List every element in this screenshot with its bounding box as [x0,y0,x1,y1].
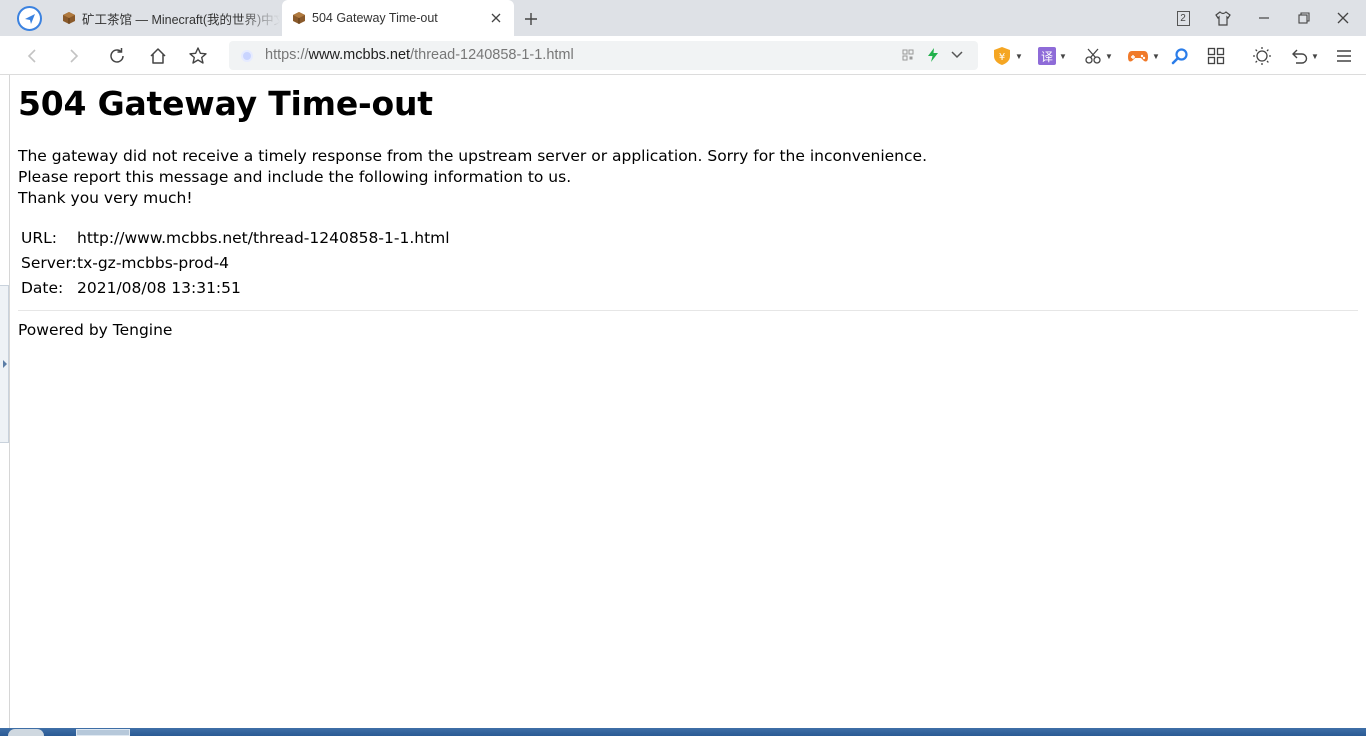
caret-down-icon: ▼ [1152,51,1160,61]
os-taskbar [0,728,1366,736]
address-dropdown-icon[interactable] [948,46,966,64]
fast-mode-lightning-icon[interactable] [924,46,942,64]
url-host: www.mcbbs.net [308,47,411,63]
navigation-toolbar: https://www.mcbbs.net/thread-1240858-1-1… [0,36,1366,75]
undo-close-tab-icon[interactable]: ▼ [1290,44,1319,68]
bookmark-star-button[interactable] [186,44,210,68]
url-scheme: https:// [265,47,309,63]
caret-down-icon: ▼ [1015,51,1023,61]
info-value: 2021/08/08 13:31:51 [77,279,241,297]
url-path: /thread-1240858-1-1.html [410,47,574,63]
tab-mcbbs-forum[interactable]: 矿工茶馆 — Minecraft(我的世界)中文论坛 [52,0,280,36]
powered-by-footer: Powered by Tengine [18,321,173,339]
close-tab-icon[interactable] [488,10,504,26]
info-value: tx-gz-mcbbs-prod-4 [77,254,230,272]
info-row-server: Server:tx-gz-mcbbs-prod-4 [21,254,229,272]
tab-title: 504 Gateway Time-out [312,11,438,25]
info-key: Server: [21,254,77,272]
restore-button[interactable] [1291,6,1317,30]
minecraft-block-icon [292,11,306,25]
forward-button[interactable] [62,44,86,68]
info-key: URL: [21,229,57,247]
caret-down-icon: ▼ [1105,51,1113,61]
new-tab-button[interactable] [520,8,542,30]
skin-shirt-icon[interactable] [1210,6,1236,30]
info-key: Date: [21,279,64,297]
minecraft-block-icon [62,11,76,25]
screenshot-scissors-icon[interactable]: ▼ [1084,44,1113,68]
minimize-button[interactable] [1251,6,1277,30]
back-button[interactable] [20,44,44,68]
page-content: 504 Gateway Time-out The gateway did not… [10,76,1366,728]
address-bar[interactable]: https://www.mcbbs.net/thread-1240858-1-1… [229,41,978,70]
qr-code-icon[interactable] [899,46,917,64]
info-value: http://www.mcbbs.net/thread-1240858-1-1.… [77,229,450,247]
coupon-extension-icon[interactable]: ¥ ▼ [992,44,1023,68]
tab-title: 矿工茶馆 — Minecraft(我的世界)中文论坛 [82,12,280,27]
site-security-icon[interactable] [241,50,253,62]
close-window-button[interactable] [1330,6,1356,30]
sidebar-toggle-handle[interactable] [0,285,9,443]
thanks-line: Thank you very much! [18,189,193,207]
svg-text:¥: ¥ [999,52,1005,63]
tab-count-badge: 2 [1176,10,1190,26]
page-title: 504 Gateway Time-out [18,84,433,123]
caret-down-icon: ▼ [1311,51,1319,61]
reload-button[interactable] [105,44,129,68]
start-button[interactable] [8,729,44,736]
tab-504-gateway[interactable]: 504 Gateway Time-out [282,0,514,36]
horizontal-divider [18,310,1358,311]
translate-icon: 译 [1038,47,1056,65]
tab-count-button[interactable]: 2 [1170,6,1196,30]
report-instruction-line: Please report this message and include t… [18,168,572,186]
error-message-line: The gateway did not receive a timely res… [18,147,927,165]
menu-hamburger-icon[interactable] [1336,44,1352,68]
tab-strip: 矿工茶馆 — Minecraft(我的世界)中文论坛 504 Gateway T… [0,0,1366,36]
translate-extension-icon[interactable]: 译 ▼ [1038,44,1067,68]
caret-down-icon: ▼ [1059,51,1067,61]
address-url[interactable]: https://www.mcbbs.net/thread-1240858-1-1… [265,47,574,63]
brightness-sun-icon[interactable] [1252,44,1272,68]
search-icon[interactable] [1171,44,1189,68]
apps-grid-icon[interactable] [1207,44,1225,68]
browser-logo-icon[interactable] [17,6,42,31]
expand-arrow-icon [3,360,7,368]
taskbar-browser-item[interactable] [76,729,130,736]
info-row-url: URL: http://www.mcbbs.net/thread-1240858-… [21,229,450,247]
info-row-date: Date: 2021/08/08 13:31:51 [21,279,241,297]
home-button[interactable] [146,44,170,68]
game-controller-icon[interactable]: ▼ [1127,44,1160,68]
